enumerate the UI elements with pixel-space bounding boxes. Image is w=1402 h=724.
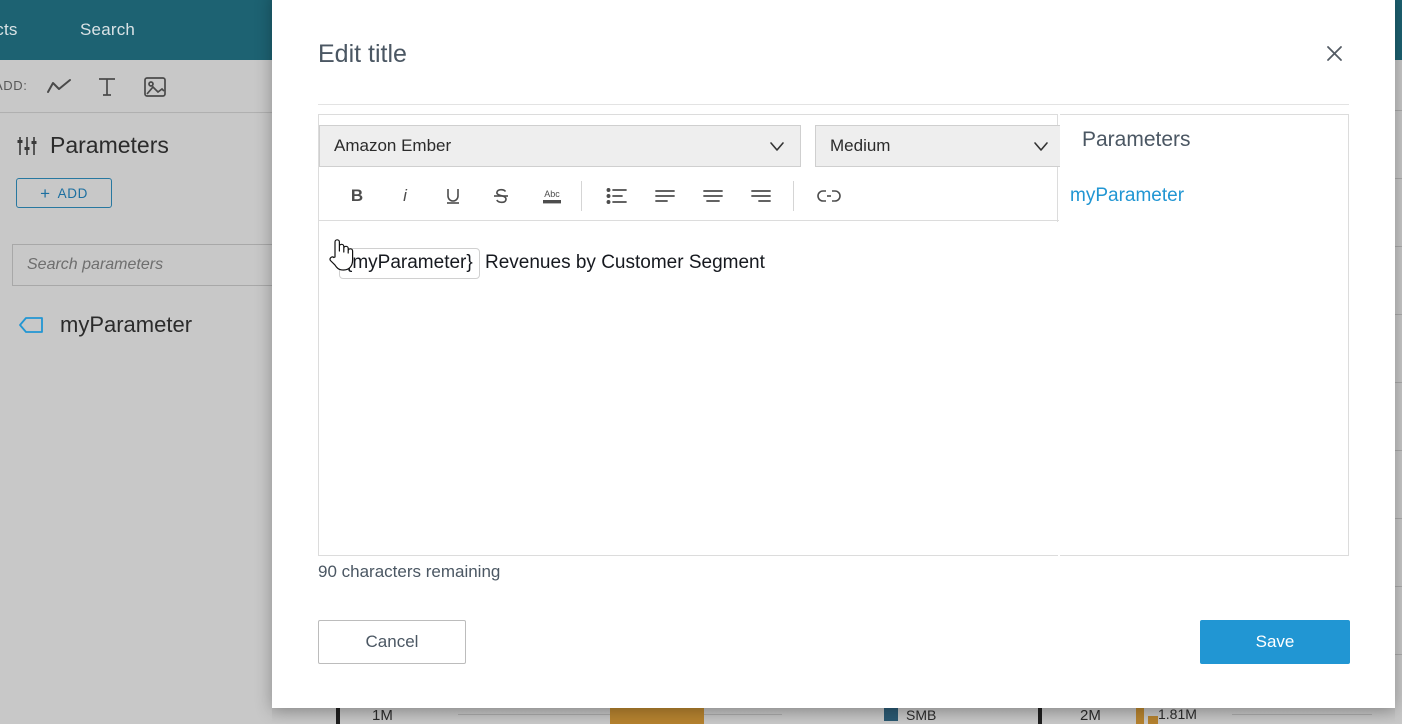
nav-item-search[interactable]: Search: [80, 20, 135, 40]
parameters-panel-title: Parameters: [1082, 128, 1191, 152]
sidebar-item-label: myParameter: [60, 312, 192, 338]
chart-tick-label-1m: 1M: [372, 707, 393, 724]
title-static-text: Revenues by Customer Segment: [480, 252, 765, 273]
image-icon[interactable]: [140, 72, 170, 102]
modal-divider: [318, 104, 1349, 105]
chart-legend-swatch: [884, 707, 898, 721]
parameters-insert-panel: Parameters myParameter: [1060, 114, 1349, 556]
parameters-sidebar: Parameters + ADD myParameter: [0, 114, 272, 724]
parameters-panel-item-myparameter[interactable]: myParameter: [1070, 185, 1184, 207]
cancel-button[interactable]: Cancel: [318, 620, 466, 664]
chart-gridline: [712, 714, 782, 715]
search-parameters-input[interactable]: [12, 244, 302, 286]
chart-tick-label-2m: 2M: [1080, 707, 1101, 724]
chevron-down-icon: [768, 137, 786, 155]
chart-gridline: [1232, 714, 1372, 715]
parameter-token[interactable]: {myParameter}: [339, 248, 480, 279]
parameters-header: Parameters: [16, 132, 169, 159]
close-icon[interactable]: [1319, 38, 1349, 68]
font-family-select[interactable]: Amazon Ember: [319, 125, 801, 167]
edit-title-modal: Edit title Amazon Ember Medium: [272, 0, 1395, 708]
formatting-toolbar: B i Abc: [319, 171, 1059, 221]
bold-icon[interactable]: B: [343, 182, 371, 210]
parameters-title: Parameters: [50, 132, 169, 159]
chart-icon[interactable]: [44, 72, 74, 102]
add-parameter-label: ADD: [58, 186, 88, 201]
font-family-value: Amazon Ember: [334, 136, 451, 156]
text-color-icon[interactable]: Abc: [535, 182, 569, 210]
toolbar-separator: [793, 181, 794, 211]
add-toolbar-label: ADD:: [0, 78, 27, 93]
sliders-icon: [16, 135, 38, 157]
toolbar-separator: [581, 181, 582, 211]
strikethrough-icon[interactable]: [487, 182, 515, 210]
chart-bar: [1148, 716, 1158, 724]
underline-icon[interactable]: [439, 182, 467, 210]
plus-icon: +: [40, 185, 51, 202]
save-button[interactable]: Save: [1200, 620, 1350, 664]
align-right-icon[interactable]: [747, 182, 775, 210]
sidebar-item-myparameter[interactable]: myParameter: [18, 312, 192, 338]
editor-select-row: Amazon Ember Medium: [319, 115, 1059, 169]
svg-text:Abc: Abc: [544, 189, 560, 199]
chevron-down-icon: [1032, 137, 1050, 155]
tag-icon: [18, 316, 44, 334]
chart-data-label: 1.81M: [1158, 706, 1197, 722]
rich-text-editor: Amazon Ember Medium B: [318, 114, 1058, 556]
font-size-value: Medium: [830, 136, 890, 156]
link-icon[interactable]: [815, 182, 843, 210]
italic-icon[interactable]: i: [391, 182, 419, 210]
parameter-token-label: {myParameter}: [346, 252, 473, 273]
title-text-editor[interactable]: {myParameter} Revenues by Customer Segme…: [319, 222, 1059, 555]
align-left-icon[interactable]: [651, 182, 679, 210]
chart-legend-label: SMB: [906, 707, 936, 723]
character-count-label: 90 characters remaining: [318, 562, 500, 582]
bulleted-list-icon[interactable]: [603, 182, 631, 210]
nav-item-projects[interactable]: ojects: [0, 20, 18, 40]
background-right-edge: [1395, 60, 1402, 724]
add-parameter-button[interactable]: + ADD: [16, 178, 112, 208]
modal-title: Edit title: [318, 40, 407, 69]
font-size-select[interactable]: Medium: [815, 125, 1065, 167]
text-icon[interactable]: [92, 72, 122, 102]
align-center-icon[interactable]: [699, 182, 727, 210]
